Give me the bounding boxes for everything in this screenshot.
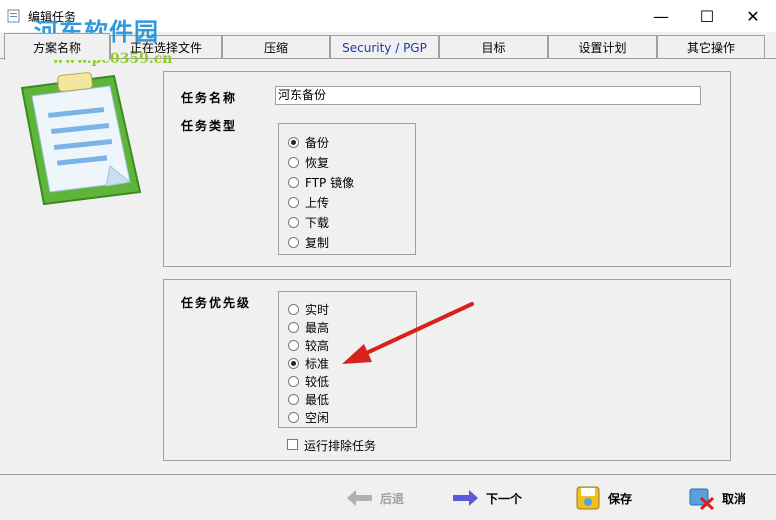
tab-other-actions[interactable]: 其它操作: [657, 35, 765, 59]
task-priority-label: 任务优先级: [181, 296, 252, 310]
priority-option-normal[interactable]: 标准: [288, 354, 329, 372]
radio[interactable]: [288, 216, 299, 228]
priority-option-idle[interactable]: 空闲: [288, 408, 329, 426]
clipboard-icon: [14, 68, 144, 206]
radio[interactable]: [288, 176, 299, 188]
radio[interactable]: [288, 411, 299, 423]
type-option-upload[interactable]: 上传: [288, 193, 329, 211]
radio-selected[interactable]: [288, 136, 299, 148]
tab-schedule[interactable]: 设置计划: [548, 35, 657, 59]
radio[interactable]: [288, 339, 299, 351]
priority-option-highest[interactable]: 最高: [288, 318, 329, 336]
priority-option-label: 最高: [305, 320, 330, 335]
priority-option-label: 最低: [305, 392, 330, 407]
exclusive-task-label: 运行排除任务: [304, 439, 377, 453]
type-option-ftp-mirror[interactable]: FTP 镜像: [288, 173, 354, 191]
type-option-label: FTP 镜像: [305, 175, 355, 190]
arrow-left-icon: [346, 486, 374, 510]
radio[interactable]: [288, 393, 299, 405]
back-button-label: 后退: [380, 491, 405, 506]
priority-option-low[interactable]: 较低: [288, 372, 329, 390]
next-button[interactable]: 下一个: [452, 484, 522, 512]
type-option-restore[interactable]: 恢复: [288, 153, 329, 171]
priority-option-lowest[interactable]: 最低: [288, 390, 329, 408]
task-type-label: 任务类型: [181, 119, 238, 133]
save-button-label: 保存: [608, 491, 633, 506]
annotation-arrow-icon: [342, 302, 474, 364]
cancel-icon: [688, 486, 716, 510]
close-button[interactable]: ✕: [730, 0, 776, 32]
task-type-options: 备份 恢复 FTP 镜像 上传 下载 复制: [278, 123, 416, 255]
priority-option-realtime[interactable]: 实时: [288, 300, 329, 318]
radio[interactable]: [288, 321, 299, 333]
floppy-save-icon: [574, 486, 602, 510]
radio[interactable]: [288, 236, 299, 248]
type-option-label: 上传: [305, 195, 330, 210]
next-button-label: 下一个: [486, 491, 523, 506]
priority-option-high[interactable]: 较高: [288, 336, 329, 354]
type-option-backup[interactable]: 备份: [288, 133, 329, 151]
radio[interactable]: [288, 196, 299, 208]
priority-option-label: 较低: [305, 374, 330, 389]
task-name-input[interactable]: 河东备份: [275, 86, 701, 105]
cancel-button-label: 取消: [722, 491, 747, 506]
priority-option-label: 空闲: [305, 410, 330, 425]
save-button[interactable]: 保存: [574, 484, 632, 512]
cancel-button[interactable]: 取消: [688, 484, 746, 512]
type-option-label: 备份: [305, 135, 330, 150]
priority-option-label: 标准: [305, 356, 330, 371]
type-option-copy[interactable]: 复制: [288, 233, 329, 251]
maximize-button[interactable]: ☐: [684, 0, 730, 32]
minimize-button[interactable]: —: [638, 0, 684, 32]
back-button[interactable]: 后退: [346, 484, 404, 512]
tab-security-pgp[interactable]: Security / PGP: [330, 35, 439, 59]
radio[interactable]: [288, 375, 299, 387]
type-option-label: 下载: [305, 215, 330, 230]
tab-target[interactable]: 目标: [439, 35, 548, 59]
radio-selected[interactable]: [288, 357, 299, 369]
app-icon: [6, 8, 22, 24]
type-option-download[interactable]: 下载: [288, 213, 329, 231]
priority-option-label: 较高: [305, 338, 330, 353]
type-option-label: 复制: [305, 235, 330, 250]
radio[interactable]: [288, 303, 299, 315]
radio[interactable]: [288, 156, 299, 168]
type-option-label: 恢复: [305, 155, 330, 170]
arrow-right-icon: [452, 486, 480, 510]
tab-scheme-name[interactable]: 方案名称: [4, 33, 110, 60]
tab-compression[interactable]: 压缩: [222, 35, 330, 59]
edit-task-window: 编辑任务 — ☐ ✕ 方案名称 正在选择文件 压缩 Security / PGP…: [0, 0, 776, 520]
exclusive-task-checkbox[interactable]: [287, 439, 298, 450]
button-bar-divider: [0, 474, 776, 475]
priority-option-label: 实时: [305, 302, 330, 317]
task-name-label: 任务名称: [181, 91, 238, 105]
